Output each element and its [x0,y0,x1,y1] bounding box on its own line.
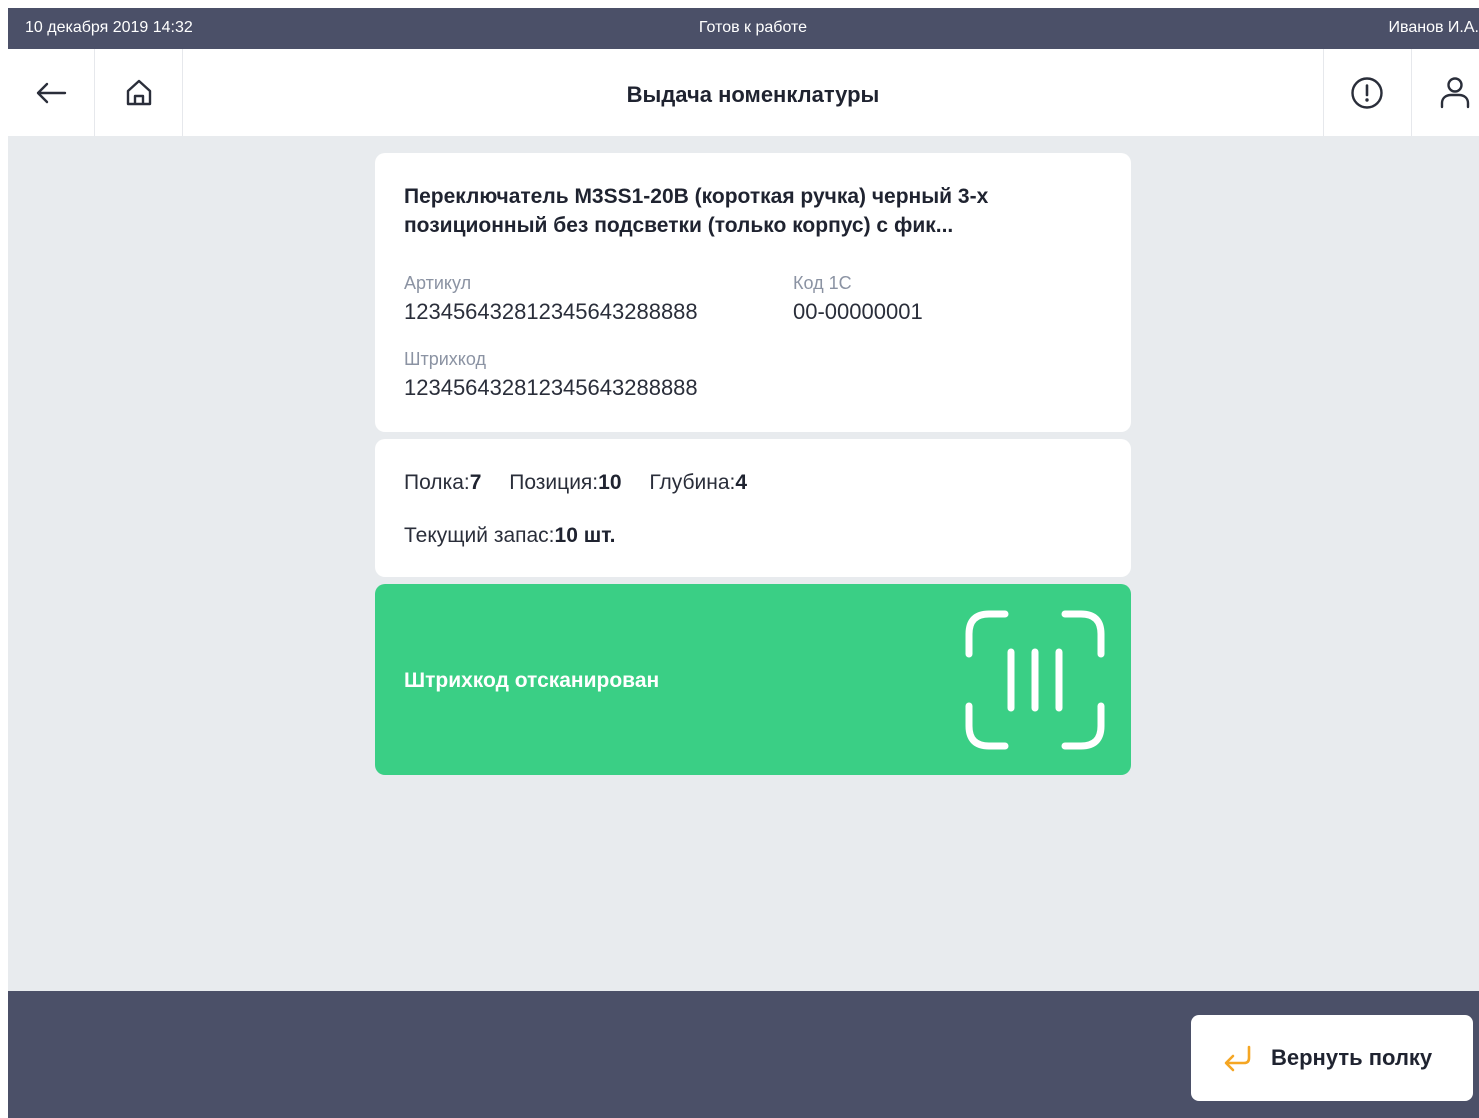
return-shelf-label: Вернуть полку [1271,1045,1433,1070]
user-icon [1440,76,1470,108]
product-title: Переключатель M3SS1-20B (короткая ручка)… [404,182,1104,240]
barcode-scan-icon [965,610,1105,750]
status-text: Готов к работе [698,19,808,36]
app-frame: 10 декабря 2019 14:32 Готов к работе Ива… [8,8,1479,1118]
position-value: 10 [598,471,622,494]
scan-message: Штрихкод отсканирован [404,669,660,692]
depth-label: Глубина: [649,471,736,494]
return-shelf-button[interactable]: Вернуть полку [1191,1015,1473,1101]
shelf-info: Полка:7 [404,471,481,494]
top-nav: Выдача номенклатуры [8,49,1479,136]
scan-status-banner: Штрихкод отсканирован [375,584,1131,775]
product-card: Переключатель M3SS1-20B (короткая ручка)… [375,153,1131,432]
position-info: Позиция:10 [509,471,621,494]
page-title: Выдача номенклатуры [626,82,880,107]
footer-bar: Вернуть полку [8,991,1479,1118]
product-title-line-2: позиционный без подсветки (только корпус… [404,214,954,237]
position-label: Позиция: [509,471,599,494]
depth-info: Глубина:4 [649,471,747,494]
return-arrow-icon [1224,1045,1251,1072]
barcode-label: Штрихкод [404,349,487,369]
code1c-label: Код 1С [793,273,852,293]
current-stock-label: Текущий запас: [404,524,555,547]
article-label: Артикул [404,273,472,293]
depth-value: 4 [735,471,748,494]
code1c-value: 00-00000001 [793,299,923,324]
stock-card: Полка:7 Позиция:10 Глубина:4 Текущий зап… [375,439,1131,577]
product-title-line-1: Переключатель M3SS1-20B (короткая ручка)… [404,185,989,208]
article-value: 12345643281234564328​8888 [404,299,698,324]
user-button[interactable] [1411,49,1479,136]
alert-button[interactable] [1323,49,1410,136]
shelf-value: 7 [469,471,482,494]
status-user: Иванов И.А. [1388,19,1479,36]
current-stock-value: 10 шт. [554,524,616,547]
current-stock-line: Текущий запас:10 шт. [404,524,616,548]
location-line: Полка:7 Позиция:10 Глубина:4 [404,471,769,495]
status-bar: 10 декабря 2019 14:32 Готов к работе Ива… [8,8,1479,49]
barcode-value: 12345643281234564328​8888 [404,375,698,400]
shelf-label: Полка: [404,471,470,494]
alert-circle-icon [1351,76,1383,109]
